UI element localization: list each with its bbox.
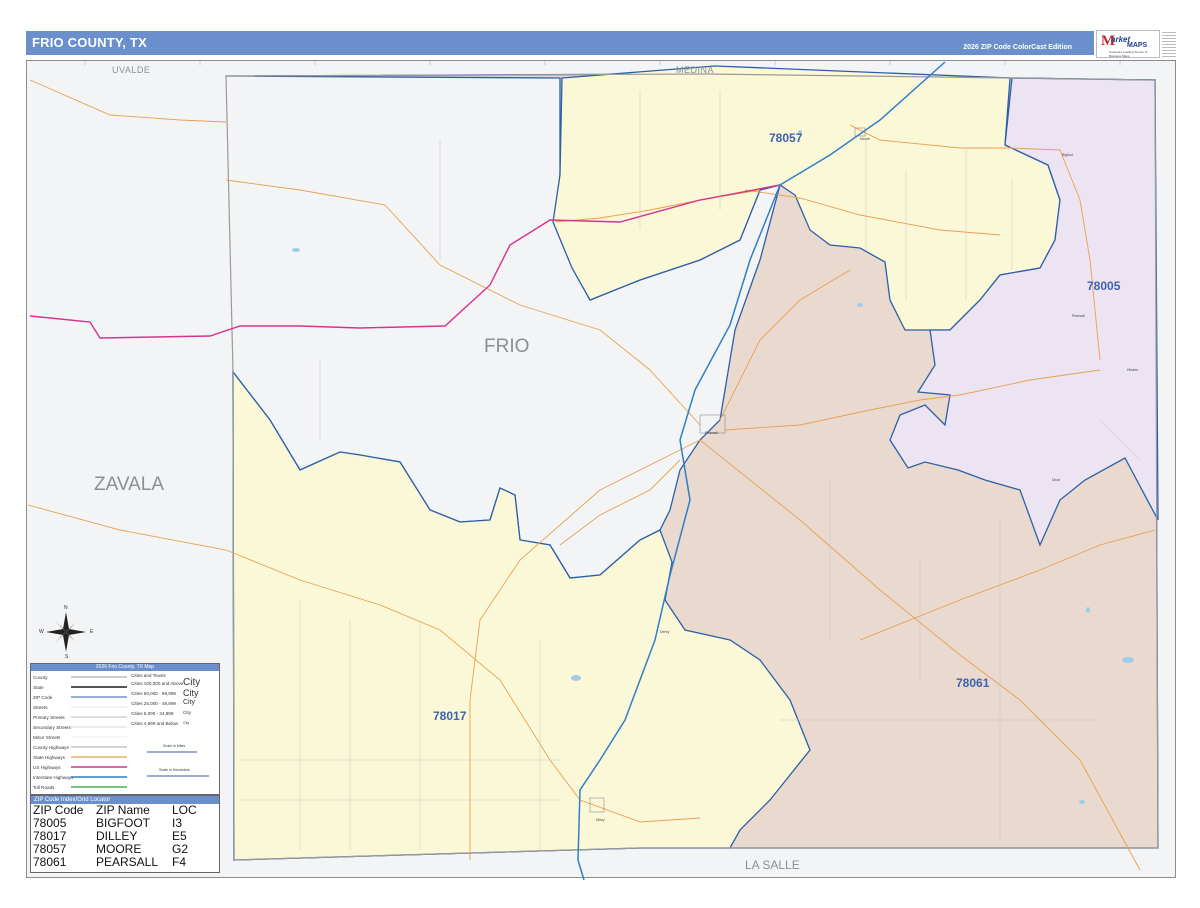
legend-scale-bar-miles [147,751,197,753]
legend-scale-km: Scale in Kilometers [159,768,190,772]
neighbor-label-la-salle: LA SALLE [745,858,800,872]
legend-streets: Streets [33,705,48,710]
town-label-derby: Derby [660,630,670,634]
legend-scale-bar-km [147,775,209,777]
town-label-moore: Moore [860,137,870,141]
legend-state-highways: State Highways [33,755,65,760]
compass-s: S [65,654,69,660]
legend-toll-roads: Toll Roads [33,785,55,790]
legend-city-sample-5: City [183,721,190,725]
legend-primary-streets: Primary Streets [33,715,65,720]
town-label-hindes: Hindes [1127,368,1138,372]
zip-index-table: ZIP Code Index/Grid Locator ZIP Code ZIP… [30,795,220,873]
legend-line-samples [71,676,127,788]
legend-city-class-5: Cities 4,999 and Below [131,721,178,726]
legend-city-class-3: Cities 25,000 - 49,999 [131,701,176,706]
town-label-bigfoot: Bigfoot [1062,153,1073,157]
table-row: 78061 PEARSALL F4 [33,856,197,869]
neighbor-label-medina: MEDINA [676,65,715,75]
zip-code-cell: 78061 [33,855,67,869]
legend-state: State [33,685,44,690]
zip-label-78005: 78005 [1087,279,1121,293]
compass-n: N [64,605,68,611]
zip-label-78057: 78057 [769,131,803,145]
compass-w: W [39,629,44,635]
town-label-divot: Divot [1052,478,1060,482]
county-label-frio: FRIO [484,336,530,357]
legend-cities-title: Cities and Towns [131,673,166,678]
legend-title: 2026 Frio County, TX Map [31,664,219,671]
zip-table-grid: ZIP Code ZIP Name LOC 78005 BIGFOOT I3 7… [33,804,197,869]
map-legend: 2026 Frio County, TX Map County State ZI… [30,663,220,795]
zip-label-78017: 78017 [433,709,467,723]
legend-zip: ZIP Code [33,695,53,700]
legend-city-sample-1: City [183,677,201,688]
zip-loc-cell: F4 [172,855,187,869]
legend-secondary-streets: Secondary Streets [33,725,71,730]
neighbor-label-zavala: ZAVALA [94,474,165,495]
legend-interstate-highways: Interstate Highways [33,775,74,780]
legend-minor-streets: Minor Streets [33,735,61,740]
legend-city-class-4: Cities 5,000 - 24,999 [131,711,174,716]
town-label-dilley: Dilley [596,818,605,822]
legend-city-sample-2: City [183,688,199,698]
town-label-pearsall: Pearsall [705,431,718,435]
compass-e: E [90,629,94,635]
legend-city-class-1: Cities 100,000 and Above [131,681,184,686]
legend-city-sample-4: City [183,710,191,715]
zip-name-cell: PEARSALL [96,855,159,869]
legend-county: County [33,675,48,680]
zip-label-78061: 78061 [956,676,990,690]
legend-city-class-2: Cities 50,000 - 99,999 [131,691,176,696]
legend-county-highways: County Highways [33,745,69,750]
town-label-pearsall-2: Pearsall [1072,314,1085,318]
legend-scale-miles: Scale in Miles [163,744,186,748]
legend-us-highways: US Highways [33,765,61,770]
legend-city-sample-3: City [183,699,196,706]
neighbor-label-uvalde: UVALDE [112,65,151,75]
